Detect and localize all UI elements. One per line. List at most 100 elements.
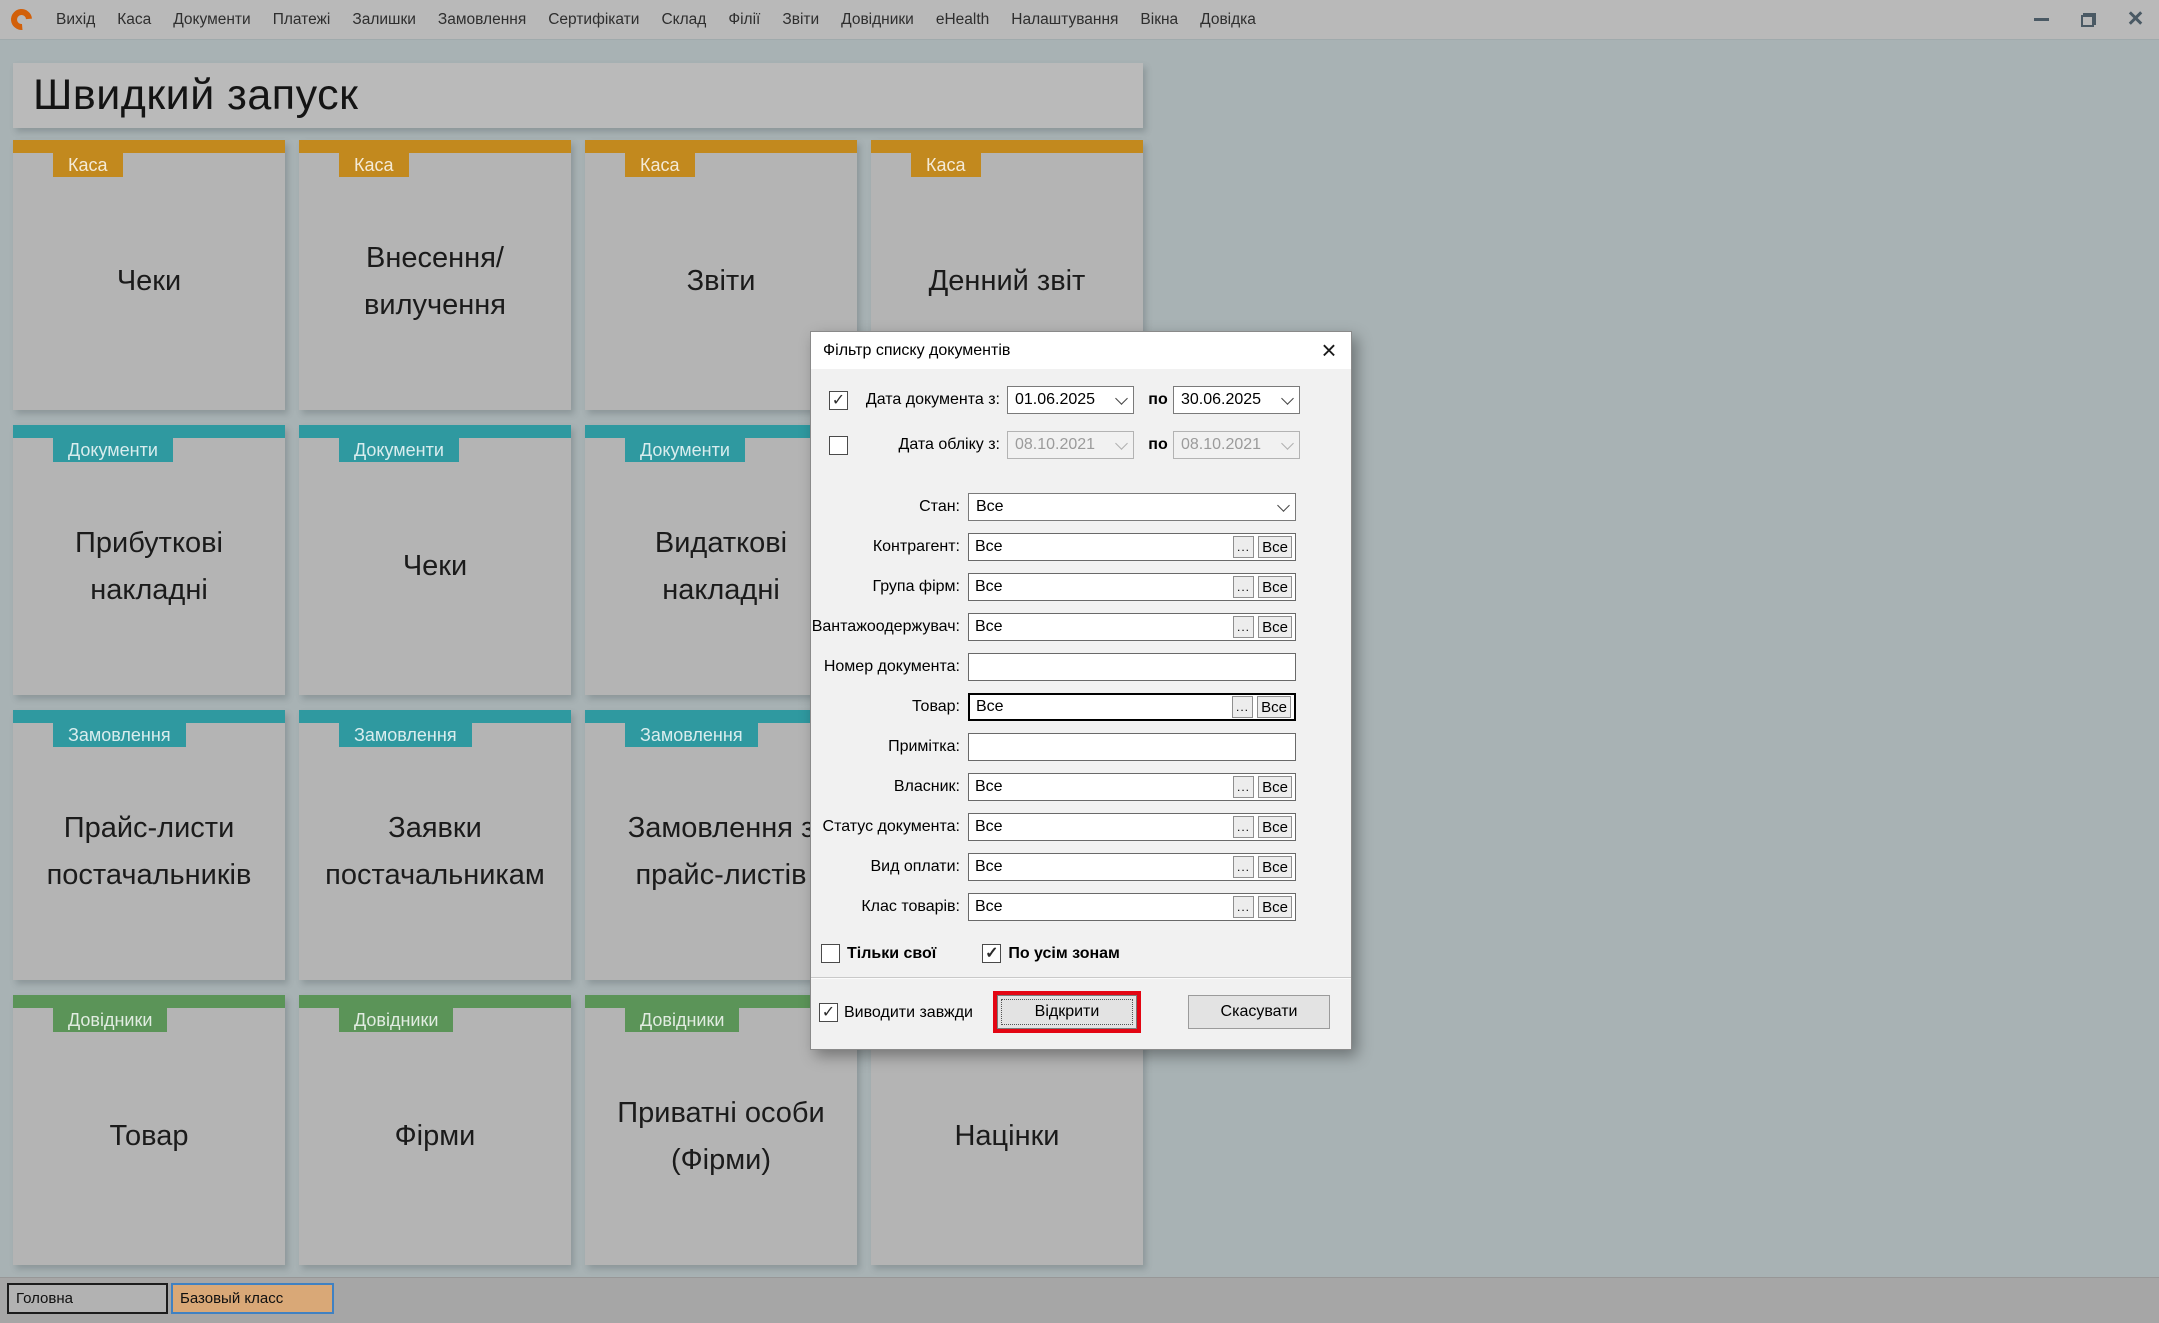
- menu-item-9[interactable]: Звіти: [771, 0, 830, 39]
- date-filter-checkbox-1[interactable]: [829, 435, 848, 455]
- filter-options: Тільки свої По усім зонам: [821, 944, 1120, 963]
- lookup-field-3[interactable]: Все... Все: [968, 613, 1296, 641]
- filter-fields: Стан: Все Контрагент: Все... Все Група фірм: В…: [811, 493, 1351, 933]
- ellipsis-button[interactable]: ...: [1233, 616, 1254, 638]
- dialog-title: Фільтр списку документів: [823, 341, 1011, 359]
- all-button[interactable]: Все: [1258, 576, 1292, 598]
- tile-label: Чеки: [402, 550, 468, 583]
- date-from-combobox-0[interactable]: 01.06.2025: [1007, 386, 1134, 414]
- date-range-conjunction: по: [1148, 436, 1168, 453]
- quick-tile-4[interactable]: Документи Прибуткові накладні: [13, 425, 285, 695]
- taskbar-tab-0[interactable]: Головна: [7, 1283, 168, 1314]
- option-checkbox-1[interactable]: [982, 944, 1002, 963]
- date-filter-checkbox-0[interactable]: [829, 390, 848, 410]
- ellipsis-button[interactable]: ...: [1233, 896, 1254, 918]
- ellipsis-button[interactable]: ...: [1233, 776, 1254, 798]
- select-value: Все: [976, 498, 1004, 515]
- option-0[interactable]: Тільки свої: [821, 944, 936, 963]
- menu-item-13[interactable]: Вікна: [1129, 0, 1189, 39]
- minimize-button[interactable]: [2018, 0, 2065, 39]
- tile-category-strip: [13, 425, 285, 438]
- menu-item-10[interactable]: Довідники: [830, 0, 925, 39]
- always-show-checkbox[interactable]: [819, 1003, 838, 1022]
- field-label: Клас товарів:: [861, 898, 960, 915]
- all-button[interactable]: Все: [1258, 816, 1292, 838]
- menu-item-7[interactable]: Склад: [650, 0, 717, 39]
- menu-item-3[interactable]: Платежі: [262, 0, 342, 39]
- option-checkbox-0[interactable]: [821, 944, 840, 963]
- filter-field-row-3: Вантажоодержувач: Все... Все: [811, 613, 1351, 641]
- always-show-label: Виводити завжди: [844, 1003, 973, 1021]
- lookup-value: Все: [975, 858, 1003, 875]
- lookup-field-1[interactable]: Все... Все: [968, 533, 1296, 561]
- field-label: Номер документа:: [823, 658, 960, 675]
- quick-tile-13[interactable]: Довідники Фірми: [299, 995, 571, 1265]
- open-button[interactable]: Відкрити: [997, 995, 1137, 1029]
- tile-label: Заявки постачальникам: [325, 812, 545, 891]
- all-button[interactable]: Все: [1257, 696, 1291, 718]
- ellipsis-button[interactable]: ...: [1233, 536, 1254, 558]
- quick-tile-5[interactable]: Документи Чеки: [299, 425, 571, 695]
- menu-item-0[interactable]: Вихід: [45, 0, 106, 39]
- taskbar-tab-1[interactable]: Базовый класс: [171, 1283, 334, 1314]
- dialog-titlebar: Фільтр списку документів ×: [811, 332, 1351, 369]
- menu-item-1[interactable]: Каса: [106, 0, 162, 39]
- tile-category-strip: [299, 710, 571, 723]
- menu-item-8[interactable]: Філії: [717, 0, 771, 39]
- lookup-value: Все: [975, 538, 1003, 555]
- chevron-down-icon: [1115, 391, 1128, 405]
- date-from-combobox-1[interactable]: 08.10.2021: [1007, 431, 1134, 459]
- all-button[interactable]: Все: [1258, 896, 1292, 918]
- all-button[interactable]: Все: [1258, 856, 1292, 878]
- always-show-option[interactable]: Виводити завжди: [819, 1003, 973, 1022]
- window-taskbar: Головна Базовый класс: [0, 1277, 2159, 1323]
- field-label: Власник:: [893, 778, 960, 795]
- quick-tile-12[interactable]: Довідники Товар: [13, 995, 285, 1265]
- lookup-field-10[interactable]: Все... Все: [968, 893, 1296, 921]
- ellipsis-button[interactable]: ...: [1233, 576, 1254, 598]
- lookup-field-9[interactable]: Все... Все: [968, 853, 1296, 881]
- menu-item-14[interactable]: Довідка: [1189, 0, 1267, 39]
- menu-item-5[interactable]: Замовлення: [427, 0, 537, 39]
- text-input-6[interactable]: [968, 733, 1296, 761]
- all-button[interactable]: Все: [1258, 776, 1292, 798]
- menu-item-2[interactable]: Документи: [162, 0, 261, 39]
- menu-item-11[interactable]: eHealth: [925, 0, 1000, 39]
- lookup-field-7[interactable]: Все... Все: [968, 773, 1296, 801]
- lookup-field-2[interactable]: Все... Все: [968, 573, 1296, 601]
- state-select[interactable]: Все: [968, 493, 1296, 521]
- dialog-close-icon[interactable]: ×: [1307, 332, 1351, 369]
- filter-field-row-0: Стан: Все: [811, 493, 1351, 521]
- option-1[interactable]: По усім зонам: [982, 944, 1120, 963]
- ellipsis-button[interactable]: ...: [1233, 816, 1254, 838]
- open-button-highlight: Відкрити: [993, 991, 1141, 1033]
- close-icon: ×: [2127, 2, 2144, 33]
- field-label: Товар:: [912, 698, 960, 715]
- cancel-button[interactable]: Скасувати: [1188, 995, 1330, 1029]
- text-input-4[interactable]: [968, 653, 1296, 681]
- lookup-value: Все: [975, 898, 1003, 915]
- date-to-combobox-1[interactable]: 08.10.2021: [1173, 431, 1300, 459]
- page-title: Швидкий запуск: [33, 71, 359, 119]
- date-from-value: 08.10.2021: [1015, 436, 1096, 453]
- close-button[interactable]: ×: [2112, 0, 2159, 39]
- quick-tile-9[interactable]: Замовлення Заявки постачальникам: [299, 710, 571, 980]
- date-to-combobox-0[interactable]: 30.06.2025: [1173, 386, 1300, 414]
- menu-item-4[interactable]: Залишки: [341, 0, 427, 39]
- all-button[interactable]: Все: [1258, 536, 1292, 558]
- quick-tile-1[interactable]: Каса Внесення/вилучення: [299, 140, 571, 410]
- quick-tile-0[interactable]: Каса Чеки: [13, 140, 285, 410]
- restore-button[interactable]: [2065, 0, 2112, 39]
- lookup-field-5[interactable]: Все... Все: [968, 693, 1296, 721]
- ellipsis-button[interactable]: ...: [1232, 696, 1253, 718]
- quick-tile-8[interactable]: Замовлення Прайс-листи постачальників: [13, 710, 285, 980]
- chevron-down-icon: [1115, 436, 1128, 450]
- menu-item-6[interactable]: Сертифікати: [537, 0, 650, 39]
- lookup-field-8[interactable]: Все... Все: [968, 813, 1296, 841]
- ellipsis-button[interactable]: ...: [1233, 856, 1254, 878]
- filter-field-row-5: Товар: Все... Все: [811, 693, 1351, 721]
- application-window: { "colors": { "kasa": "#C2891E", "dokume…: [0, 0, 2159, 1323]
- date-to-value: 08.10.2021: [1181, 436, 1262, 453]
- menu-item-12[interactable]: Налаштування: [1000, 0, 1129, 39]
- all-button[interactable]: Все: [1258, 616, 1292, 638]
